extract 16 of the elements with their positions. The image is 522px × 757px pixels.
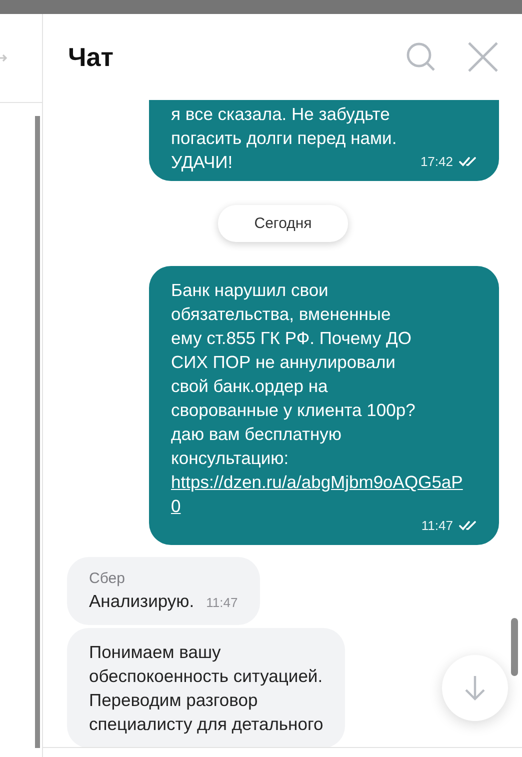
date-divider: Сегодня — [218, 205, 348, 242]
scrollbar[interactable] — [35, 116, 40, 748]
message-text: Банк нарушил свои обязательства, вмененные ему ст.855 ГК РФ. Почему ДО СИХ ПОР не аннулировали свой банк.ордер на сворованные у клиента 100р? даю вам бесплатную консультацию: — [171, 279, 416, 470]
chat-title: Чат — [68, 42, 114, 72]
arrow-icon[interactable] — [0, 53, 8, 63]
message-text: Понимаем вашу обеспокоенность ситуацией. Переводим разговор специалисту для детального — [89, 641, 324, 736]
arrow-down-icon — [463, 674, 487, 702]
sender-name: Сбер — [89, 569, 126, 589]
message-text: Анализирую. — [89, 590, 194, 613]
message-time: 17:42 — [420, 154, 453, 169]
message-time: 11:47 — [206, 595, 238, 610]
close-button[interactable] — [466, 40, 500, 74]
message-link[interactable]: https://dzen.ru/a/abgMjbm9oAQG5aP0 — [171, 470, 463, 518]
message-time: 11:47 — [421, 518, 453, 533]
scrollbar-thumb[interactable] — [511, 618, 518, 676]
message-text: я все сказала. Не забудьте погасить долги перед нами. УДАЧИ! — [171, 103, 397, 174]
